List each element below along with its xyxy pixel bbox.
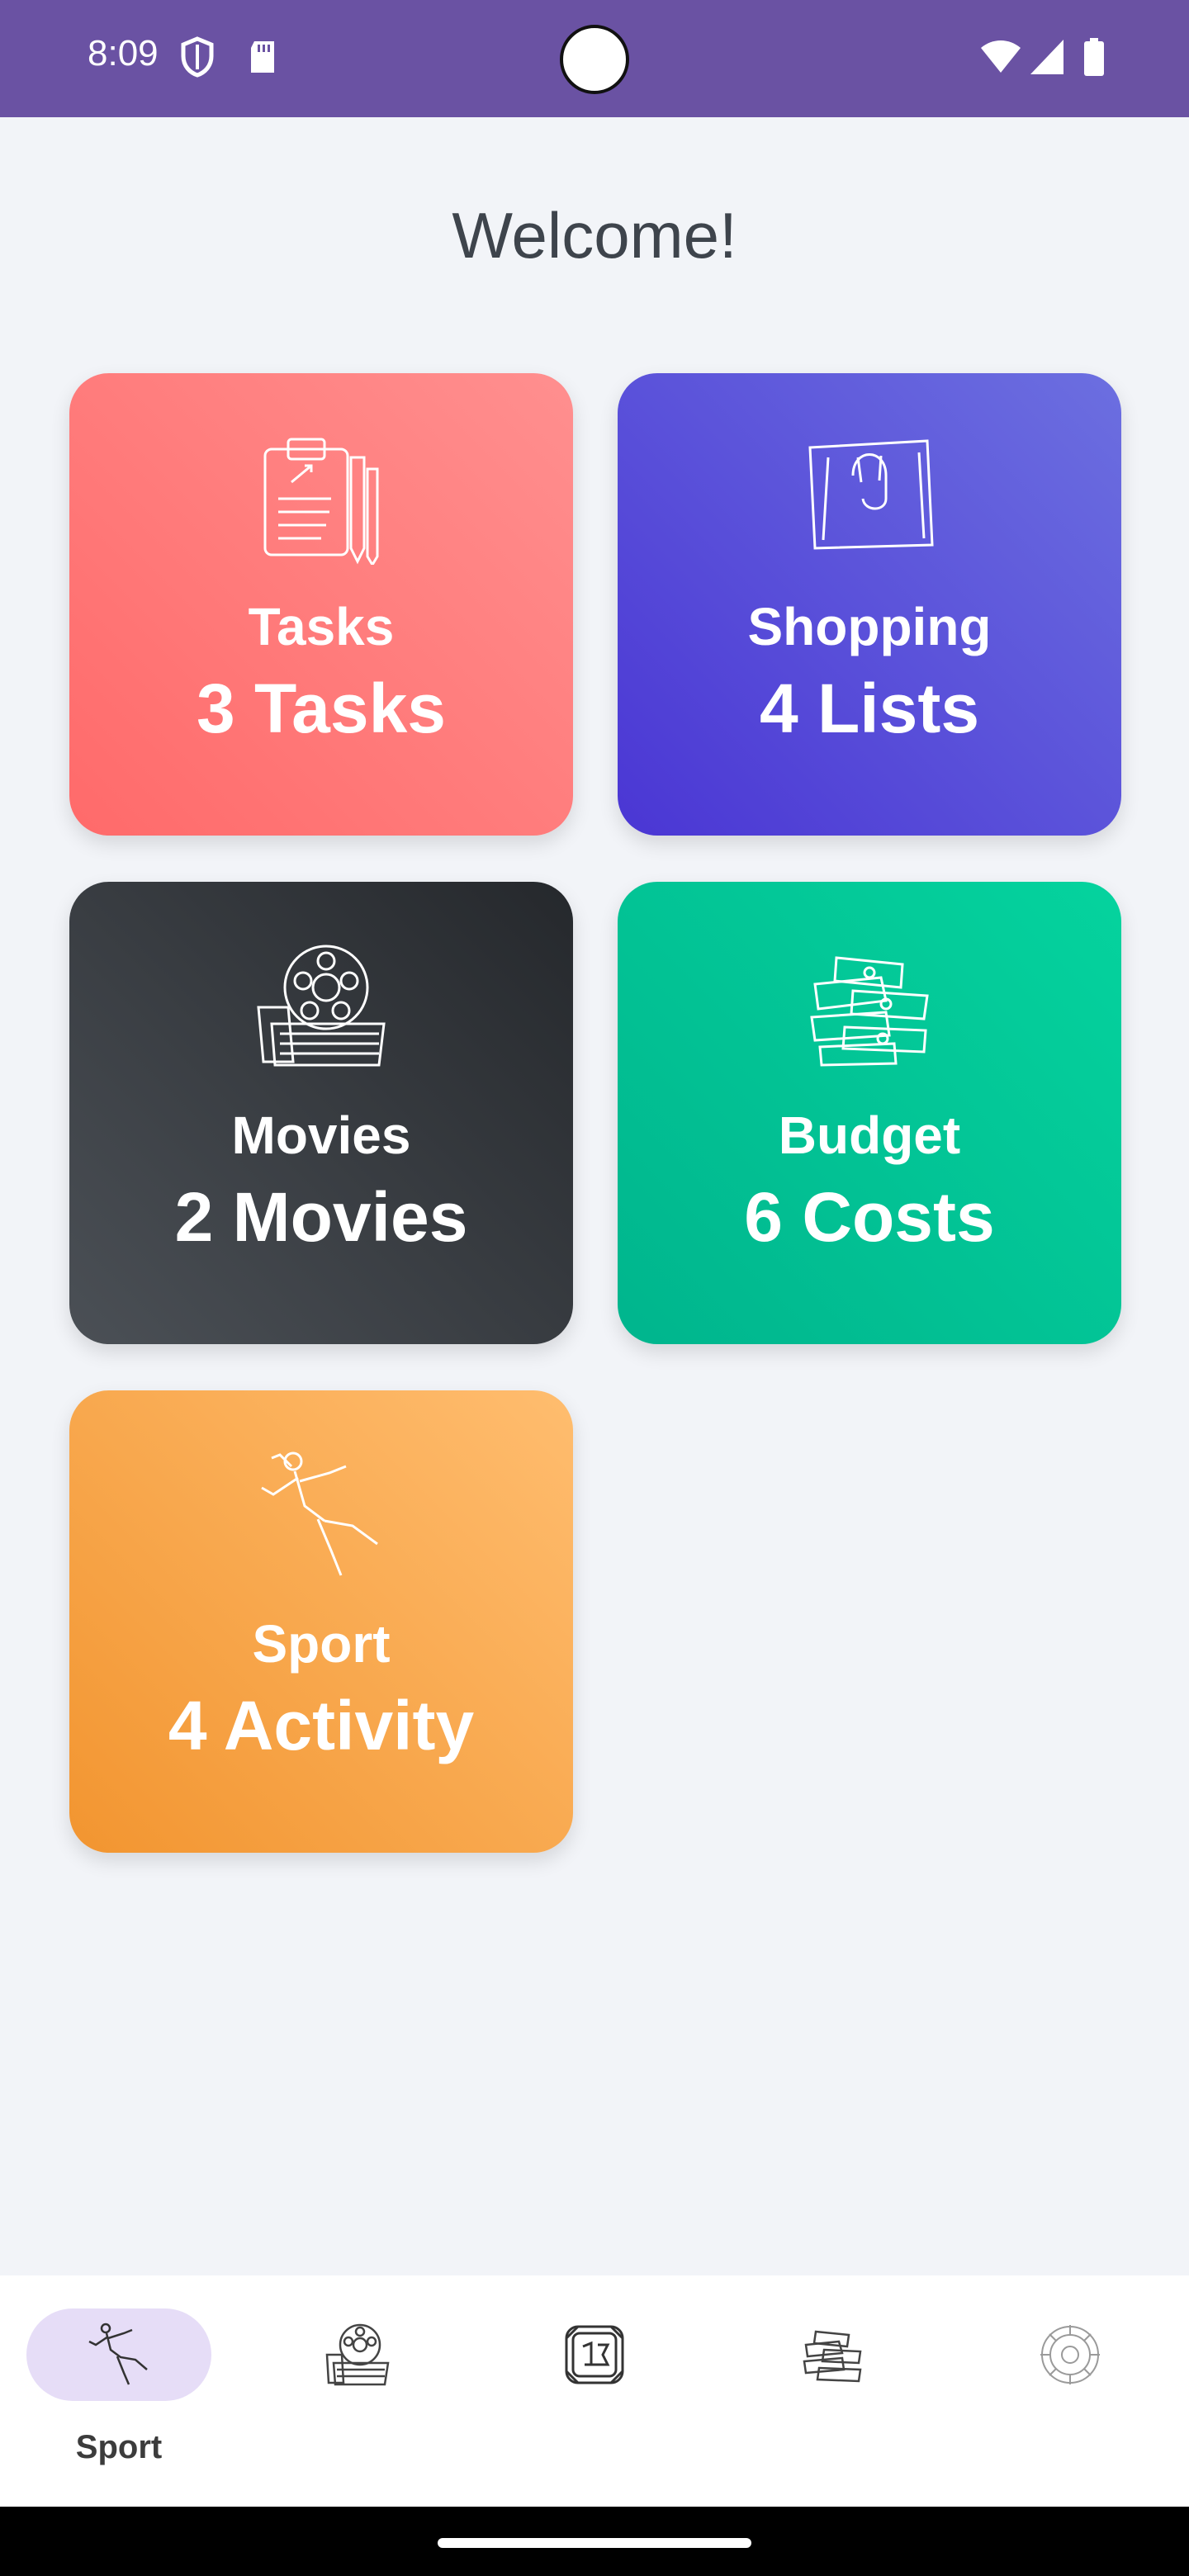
money-stack-icon xyxy=(803,2330,862,2383)
shopping-bag-icon xyxy=(808,439,934,550)
nav-item-settings[interactable] xyxy=(951,2275,1189,2507)
tasks-title: Tasks xyxy=(248,597,395,656)
nav-item-budget[interactable] xyxy=(713,2275,951,2507)
nav-item-movies[interactable] xyxy=(238,2275,476,2507)
film-reel-icon xyxy=(325,2323,390,2386)
budget-count: 6 Costs xyxy=(744,1178,995,1256)
runner-icon xyxy=(88,2323,148,2385)
clipboard-icon xyxy=(263,438,379,565)
nav-item-sport[interactable]: Sport xyxy=(0,2275,238,2507)
gesture-navigation-bar xyxy=(0,2507,1189,2576)
shopping-card[interactable]: Shopping 4 Lists xyxy=(618,373,1121,836)
nav-label-sport: Sport xyxy=(75,2429,163,2465)
settings-icon xyxy=(1040,2325,1100,2384)
budget-title: Budget xyxy=(778,1106,961,1165)
runner-icon xyxy=(261,1451,378,1576)
bottom-navigation: Sport xyxy=(0,2275,1189,2507)
film-reel-icon xyxy=(257,945,386,1067)
status-bar: 8:09 xyxy=(0,0,1189,117)
movies-title: Movies xyxy=(231,1106,411,1165)
budget-card[interactable]: Budget 6 Costs xyxy=(618,882,1121,1344)
sport-card[interactable]: Sport 4 Activity xyxy=(69,1390,573,1853)
camera-cutout xyxy=(560,25,629,94)
battery-icon xyxy=(1084,38,1104,76)
status-time: 8:09 xyxy=(88,33,159,73)
sd-card-icon xyxy=(251,41,274,73)
tasks-card[interactable]: Tasks 3 Tasks xyxy=(69,373,573,836)
nav-item-tasks[interactable] xyxy=(476,2275,713,2507)
movies-count: 2 Movies xyxy=(174,1178,468,1256)
signal-icon xyxy=(1030,40,1063,74)
shield-icon xyxy=(181,36,214,78)
money-stack-icon xyxy=(810,956,929,1067)
home-gesture-handle[interactable] xyxy=(438,2538,751,2548)
tasks-count: 3 Tasks xyxy=(197,670,446,747)
page-title: Welcome! xyxy=(452,199,737,272)
shopping-title: Shopping xyxy=(747,597,992,656)
movies-card[interactable]: Movies 2 Movies xyxy=(69,882,573,1344)
shopping-count: 4 Lists xyxy=(759,670,980,747)
sport-count: 4 Activity xyxy=(168,1687,475,1764)
sport-title: Sport xyxy=(252,1614,391,1674)
wifi-icon xyxy=(981,40,1021,73)
tasks-icon xyxy=(565,2325,624,2384)
